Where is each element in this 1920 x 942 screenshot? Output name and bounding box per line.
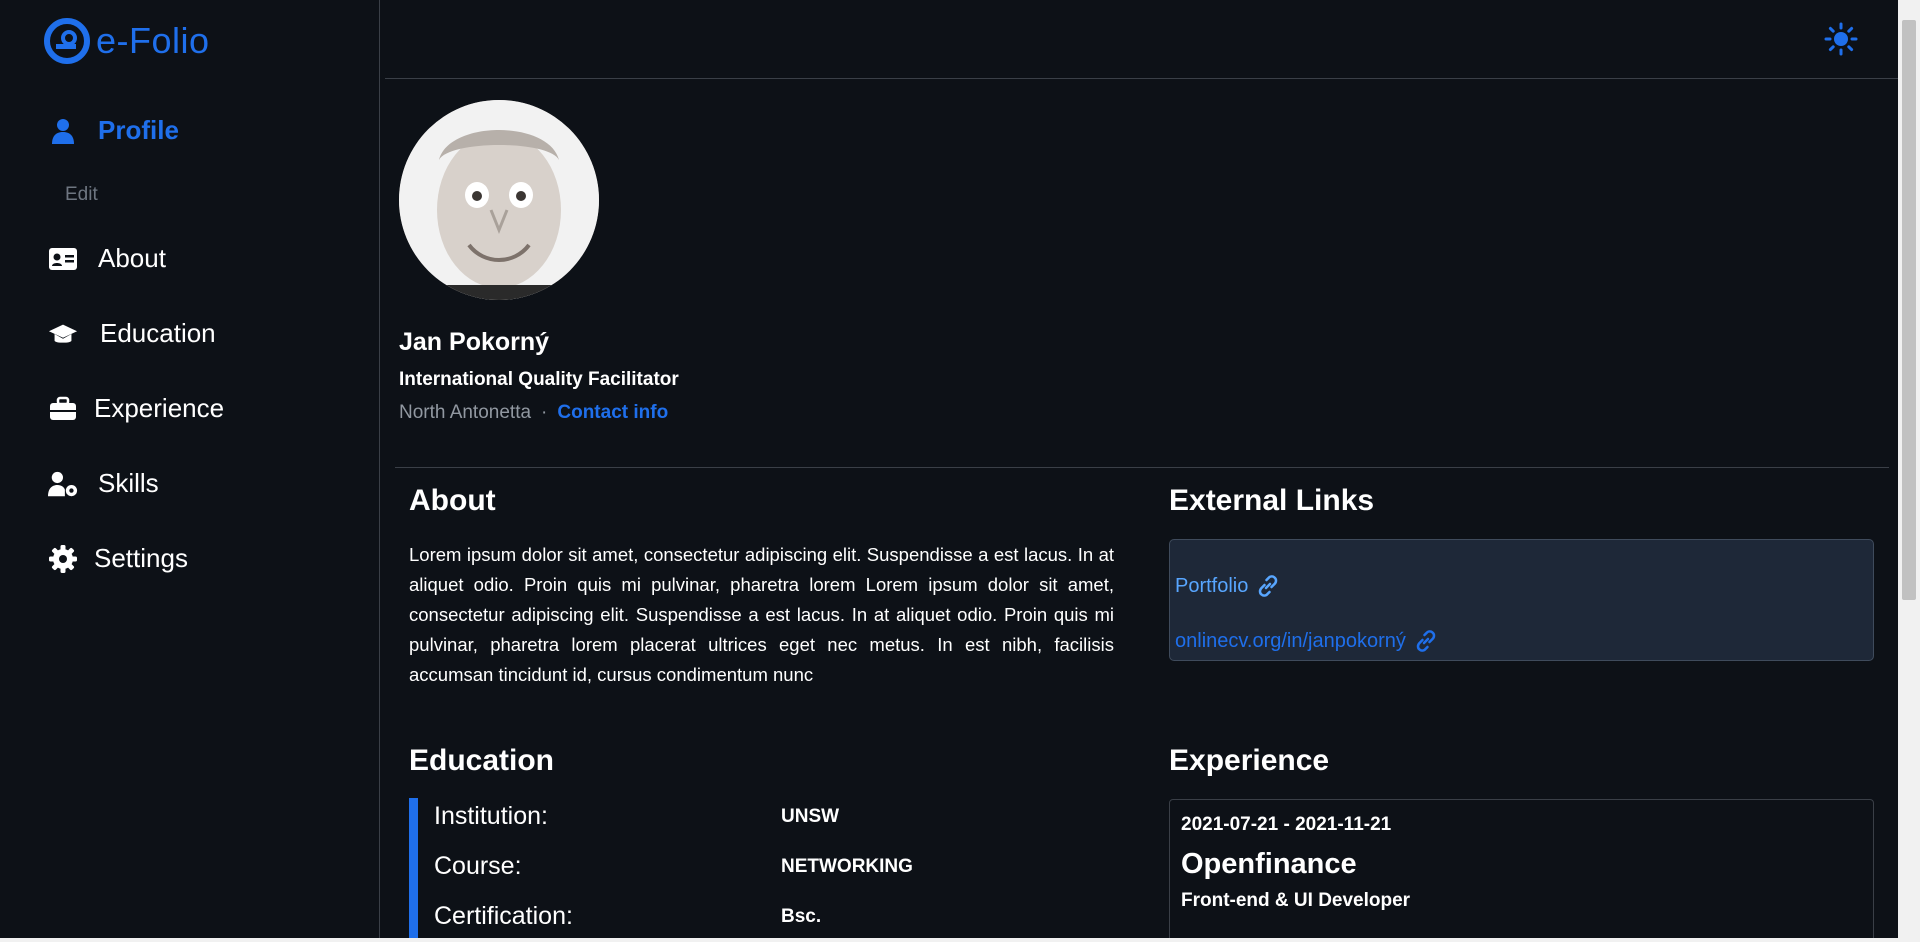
horizontal-scrollbar[interactable] xyxy=(0,938,1898,942)
education-value: NETWORKING xyxy=(781,856,913,877)
education-heading: Education xyxy=(409,744,555,777)
education-label: Certification: xyxy=(434,902,573,930)
briefcase-icon xyxy=(48,394,78,424)
about-heading: About xyxy=(409,484,496,517)
link-icon xyxy=(1259,575,1278,597)
logo-text: e-Folio xyxy=(96,20,210,61)
education-card: Institution: UNSW Course: NETWORKING Cer… xyxy=(409,798,1114,942)
sidebar: e-Folio Profile Edit About Education Exp… xyxy=(0,0,380,942)
portfolio-link[interactable]: Portfolio xyxy=(1175,574,1280,598)
education-row: Course: NETWORKING xyxy=(434,852,913,881)
education-label: Institution: xyxy=(434,802,548,830)
link-label: onlinecv.org/in/janpokorný xyxy=(1175,629,1406,652)
app-logo[interactable]: e-Folio xyxy=(44,18,210,64)
sidebar-item-label: Skills xyxy=(98,468,159,498)
education-row: Certification: Bsc. xyxy=(434,902,821,931)
education-row: Institution: UNSW xyxy=(434,802,839,831)
sidebar-subitem-edit[interactable]: Edit xyxy=(65,184,98,206)
user-icon xyxy=(48,116,78,146)
topbar xyxy=(385,0,1898,79)
sidebar-item-label: Profile xyxy=(98,115,179,145)
experience-heading: Experience xyxy=(1169,744,1330,777)
experience-dates: 2021-07-21 - 2021-11-21 xyxy=(1181,814,1392,835)
sidebar-item-profile[interactable]: Profile xyxy=(48,115,179,146)
link-icon xyxy=(1416,630,1436,652)
separator-dot: · xyxy=(541,402,548,423)
gear-icon xyxy=(48,544,78,574)
sidebar-item-label: Experience xyxy=(94,393,225,423)
user-gear-icon xyxy=(48,469,78,499)
external-links-heading: External Links xyxy=(1169,484,1375,517)
sidebar-item-label: Settings xyxy=(94,543,188,573)
profile-divider xyxy=(395,467,1889,468)
external-links-box: Portfolio onlinecv.org/in/janpokorný xyxy=(1169,539,1874,661)
sidebar-item-education[interactable]: Education xyxy=(48,318,216,349)
logo-icon xyxy=(44,18,90,64)
sidebar-item-about[interactable]: About xyxy=(48,243,166,274)
sidebar-item-label: About xyxy=(98,243,166,273)
avatar-photo xyxy=(399,100,599,300)
profile-main: Jan Pokorný International Quality Facili… xyxy=(385,80,1898,942)
sidebar-item-label: Education xyxy=(100,318,216,348)
profile-name: Jan Pokorný xyxy=(399,328,550,356)
vertical-scrollbar[interactable] xyxy=(1898,0,1920,942)
experience-role: Front-end & UI Developer xyxy=(1181,890,1411,911)
onlinecv-link[interactable]: onlinecv.org/in/janpokorný xyxy=(1175,629,1438,653)
profile-location-line: North Antonetta · Contact info xyxy=(399,402,668,424)
education-value: Bsc. xyxy=(781,906,822,927)
sun-icon[interactable] xyxy=(1824,22,1858,56)
experience-company: Openfinance xyxy=(1181,848,1357,880)
scrollbar-thumb[interactable] xyxy=(1902,20,1916,600)
profile-title: International Quality Facilitator xyxy=(399,369,679,390)
education-value: UNSW xyxy=(781,806,840,827)
sidebar-item-skills[interactable]: Skills xyxy=(48,468,159,499)
link-label: Portfolio xyxy=(1175,574,1249,597)
graduation-cap-icon xyxy=(48,319,78,349)
sidebar-item-settings[interactable]: Settings xyxy=(48,543,188,574)
sidebar-item-experience[interactable]: Experience xyxy=(48,393,224,424)
avatar xyxy=(399,100,599,300)
experience-card: 2021-07-21 - 2021-11-21 Openfinance Fron… xyxy=(1169,799,1874,942)
contact-info-link[interactable]: Contact info xyxy=(557,402,668,424)
profile-location: North Antonetta xyxy=(399,402,532,423)
education-label: Course: xyxy=(434,852,522,880)
id-card-icon xyxy=(48,244,78,274)
about-text: Lorem ipsum dolor sit amet, consectetur … xyxy=(409,544,1114,685)
